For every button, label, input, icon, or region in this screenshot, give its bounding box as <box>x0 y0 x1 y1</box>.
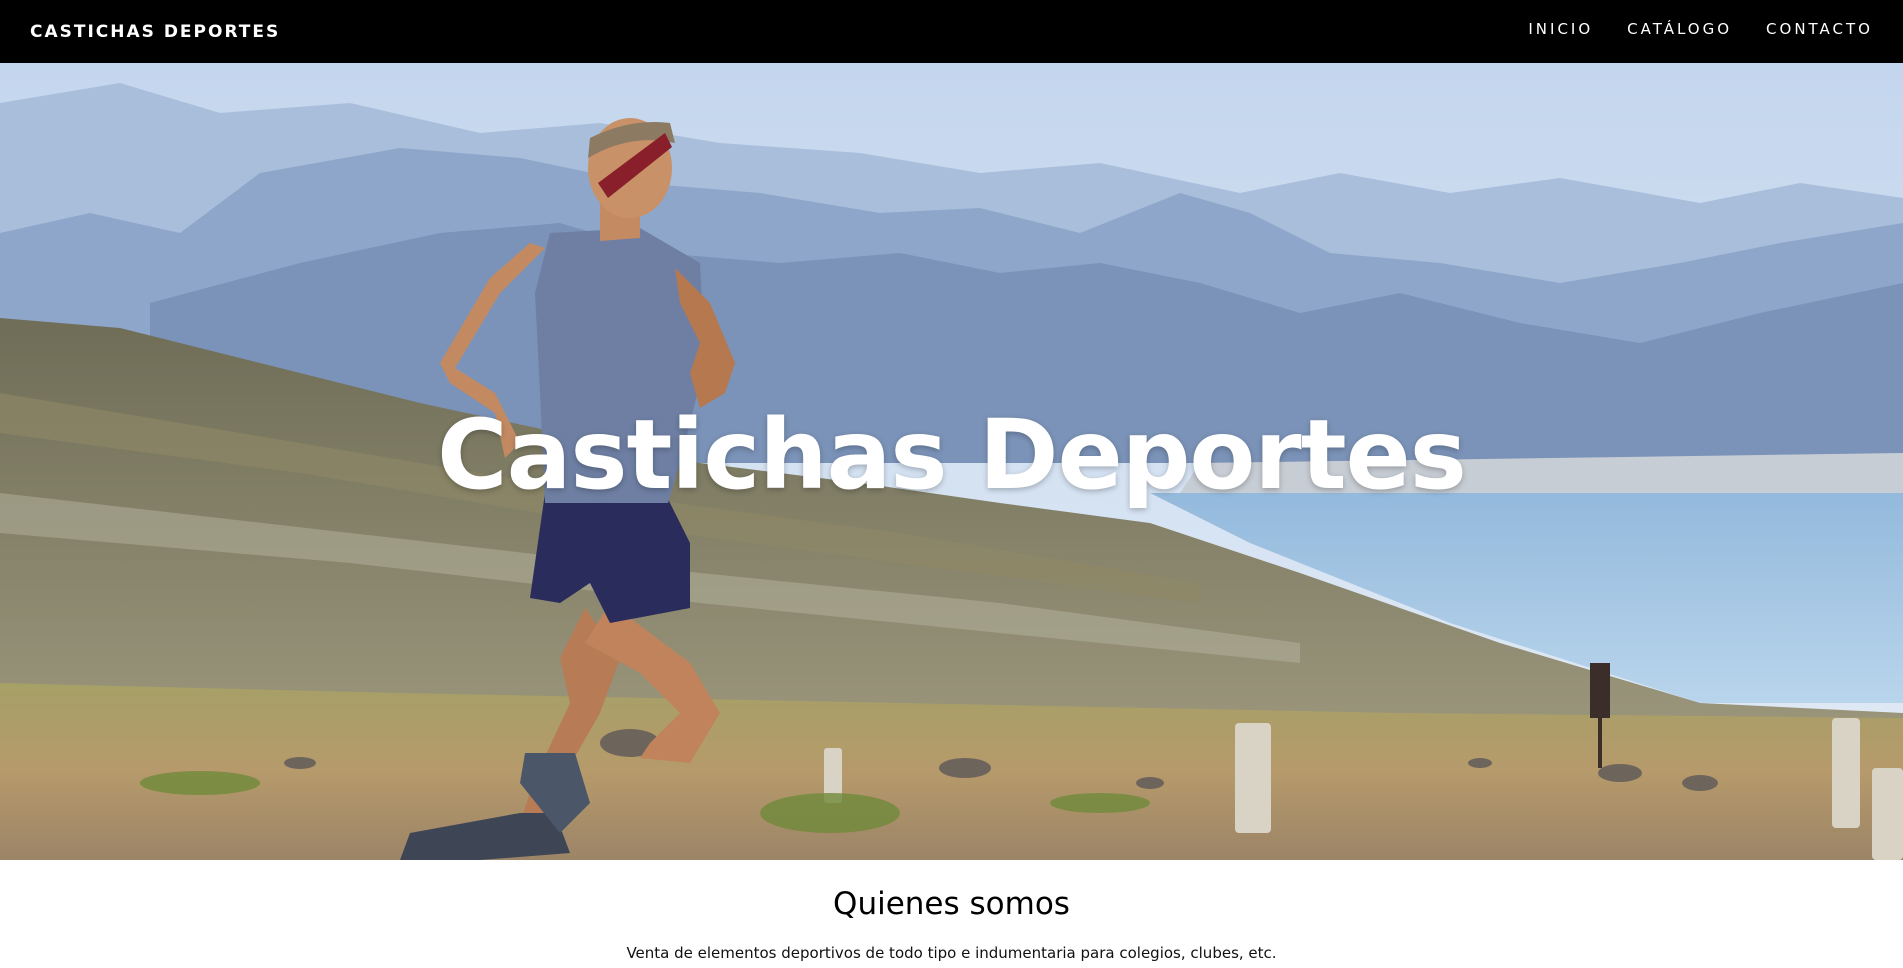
hero-title: Castichas Deportes <box>437 399 1467 511</box>
about-heading: Quienes somos <box>833 886 1070 922</box>
about-section: Quienes somos Venta de elementos deporti… <box>0 860 1903 968</box>
nav-link-contacto[interactable]: CONTACTO <box>1766 20 1873 38</box>
hero-banner: Castichas Deportes <box>0 63 1903 860</box>
about-text: Venta de elementos deportivos de todo ti… <box>626 944 1277 962</box>
nav-link-catalogo[interactable]: CATÁLOGO <box>1627 20 1732 38</box>
top-navbar: CASTICHAS DEPORTES INICIO CATÁLOGO CONTA… <box>0 0 1903 63</box>
nav-links: INICIO CATÁLOGO CONTACTO <box>1528 20 1873 38</box>
nav-link-inicio[interactable]: INICIO <box>1528 20 1593 38</box>
brand-link[interactable]: CASTICHAS DEPORTES <box>30 22 280 42</box>
